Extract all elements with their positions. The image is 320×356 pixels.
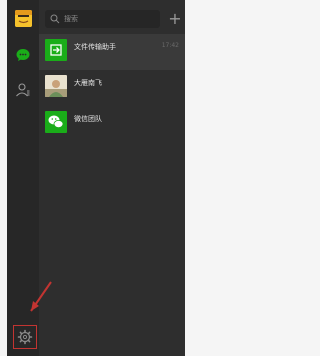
chat-name: 文件传输助手 [74,43,116,51]
chat-icon[interactable] [15,47,31,63]
avatar-face-icon [15,10,32,27]
wechat-icon [45,111,67,133]
chat-name: 微信团队 [74,115,102,123]
main-content-area [185,0,252,356]
settings-button[interactable] [12,324,38,350]
user-avatar [45,75,67,97]
wechat-window: + 文件传输助手 17:42 大雁南飞 [0,0,252,356]
search-icon [50,14,60,24]
chat-name: 大雁南飞 [74,79,102,87]
settings-highlight-box [13,325,37,349]
chat-item-dayan[interactable]: 大雁南飞 [39,70,185,106]
search-input[interactable] [64,12,156,26]
search-box[interactable] [45,10,160,28]
chat-time: 17:42 [161,42,179,49]
file-transfer-icon [45,39,67,61]
chat-item-file-transfer[interactable]: 文件传输助手 17:42 [39,34,185,70]
chat-list-panel: + 文件传输助手 17:42 大雁南飞 [39,0,185,356]
user-avatar[interactable] [15,10,32,27]
add-button[interactable]: + [166,10,184,28]
chat-item-wechat-team[interactable]: 微信团队 [39,106,185,142]
sidebar [7,0,39,356]
contacts-icon[interactable] [15,82,31,98]
